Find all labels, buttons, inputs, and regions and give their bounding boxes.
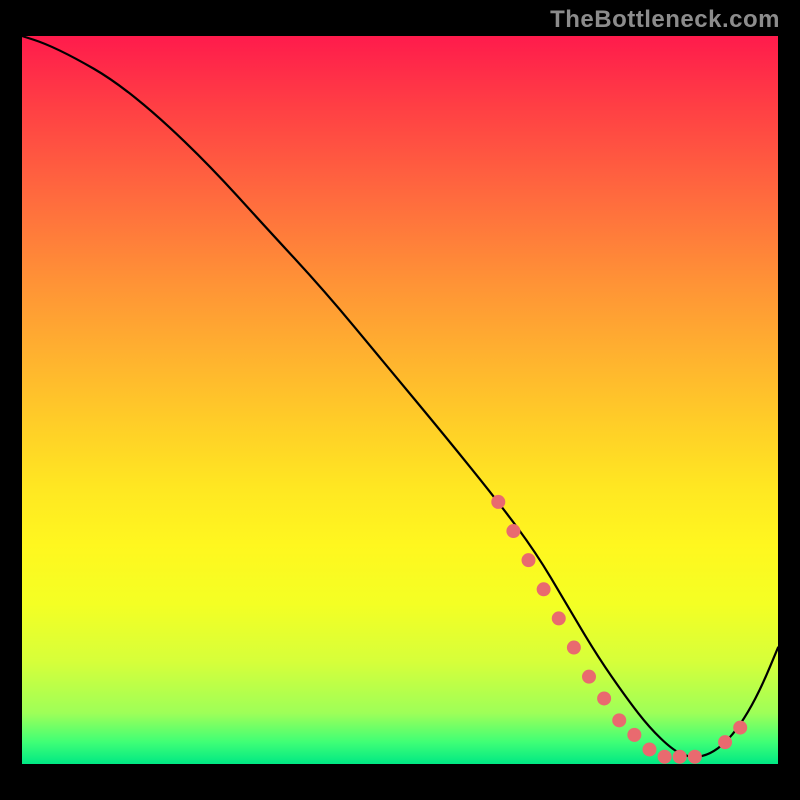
data-point: [688, 750, 701, 763]
plot-area: [22, 36, 778, 764]
data-point: [628, 728, 641, 741]
data-point: [537, 583, 550, 596]
data-point: [613, 714, 626, 727]
data-point: [598, 692, 611, 705]
chart-frame: TheBottleneck.com: [0, 0, 800, 800]
curve-svg: [22, 36, 778, 764]
data-point: [673, 750, 686, 763]
data-point: [522, 554, 535, 567]
data-point: [583, 670, 596, 683]
data-point: [719, 736, 732, 749]
data-points: [492, 495, 747, 763]
data-point: [643, 743, 656, 756]
bottleneck-curve: [22, 36, 778, 757]
watermark: TheBottleneck.com: [550, 6, 780, 34]
data-point: [734, 721, 747, 734]
data-point: [492, 495, 505, 508]
data-point: [567, 641, 580, 654]
data-point: [552, 612, 565, 625]
data-point: [507, 525, 520, 538]
data-point: [658, 750, 671, 763]
